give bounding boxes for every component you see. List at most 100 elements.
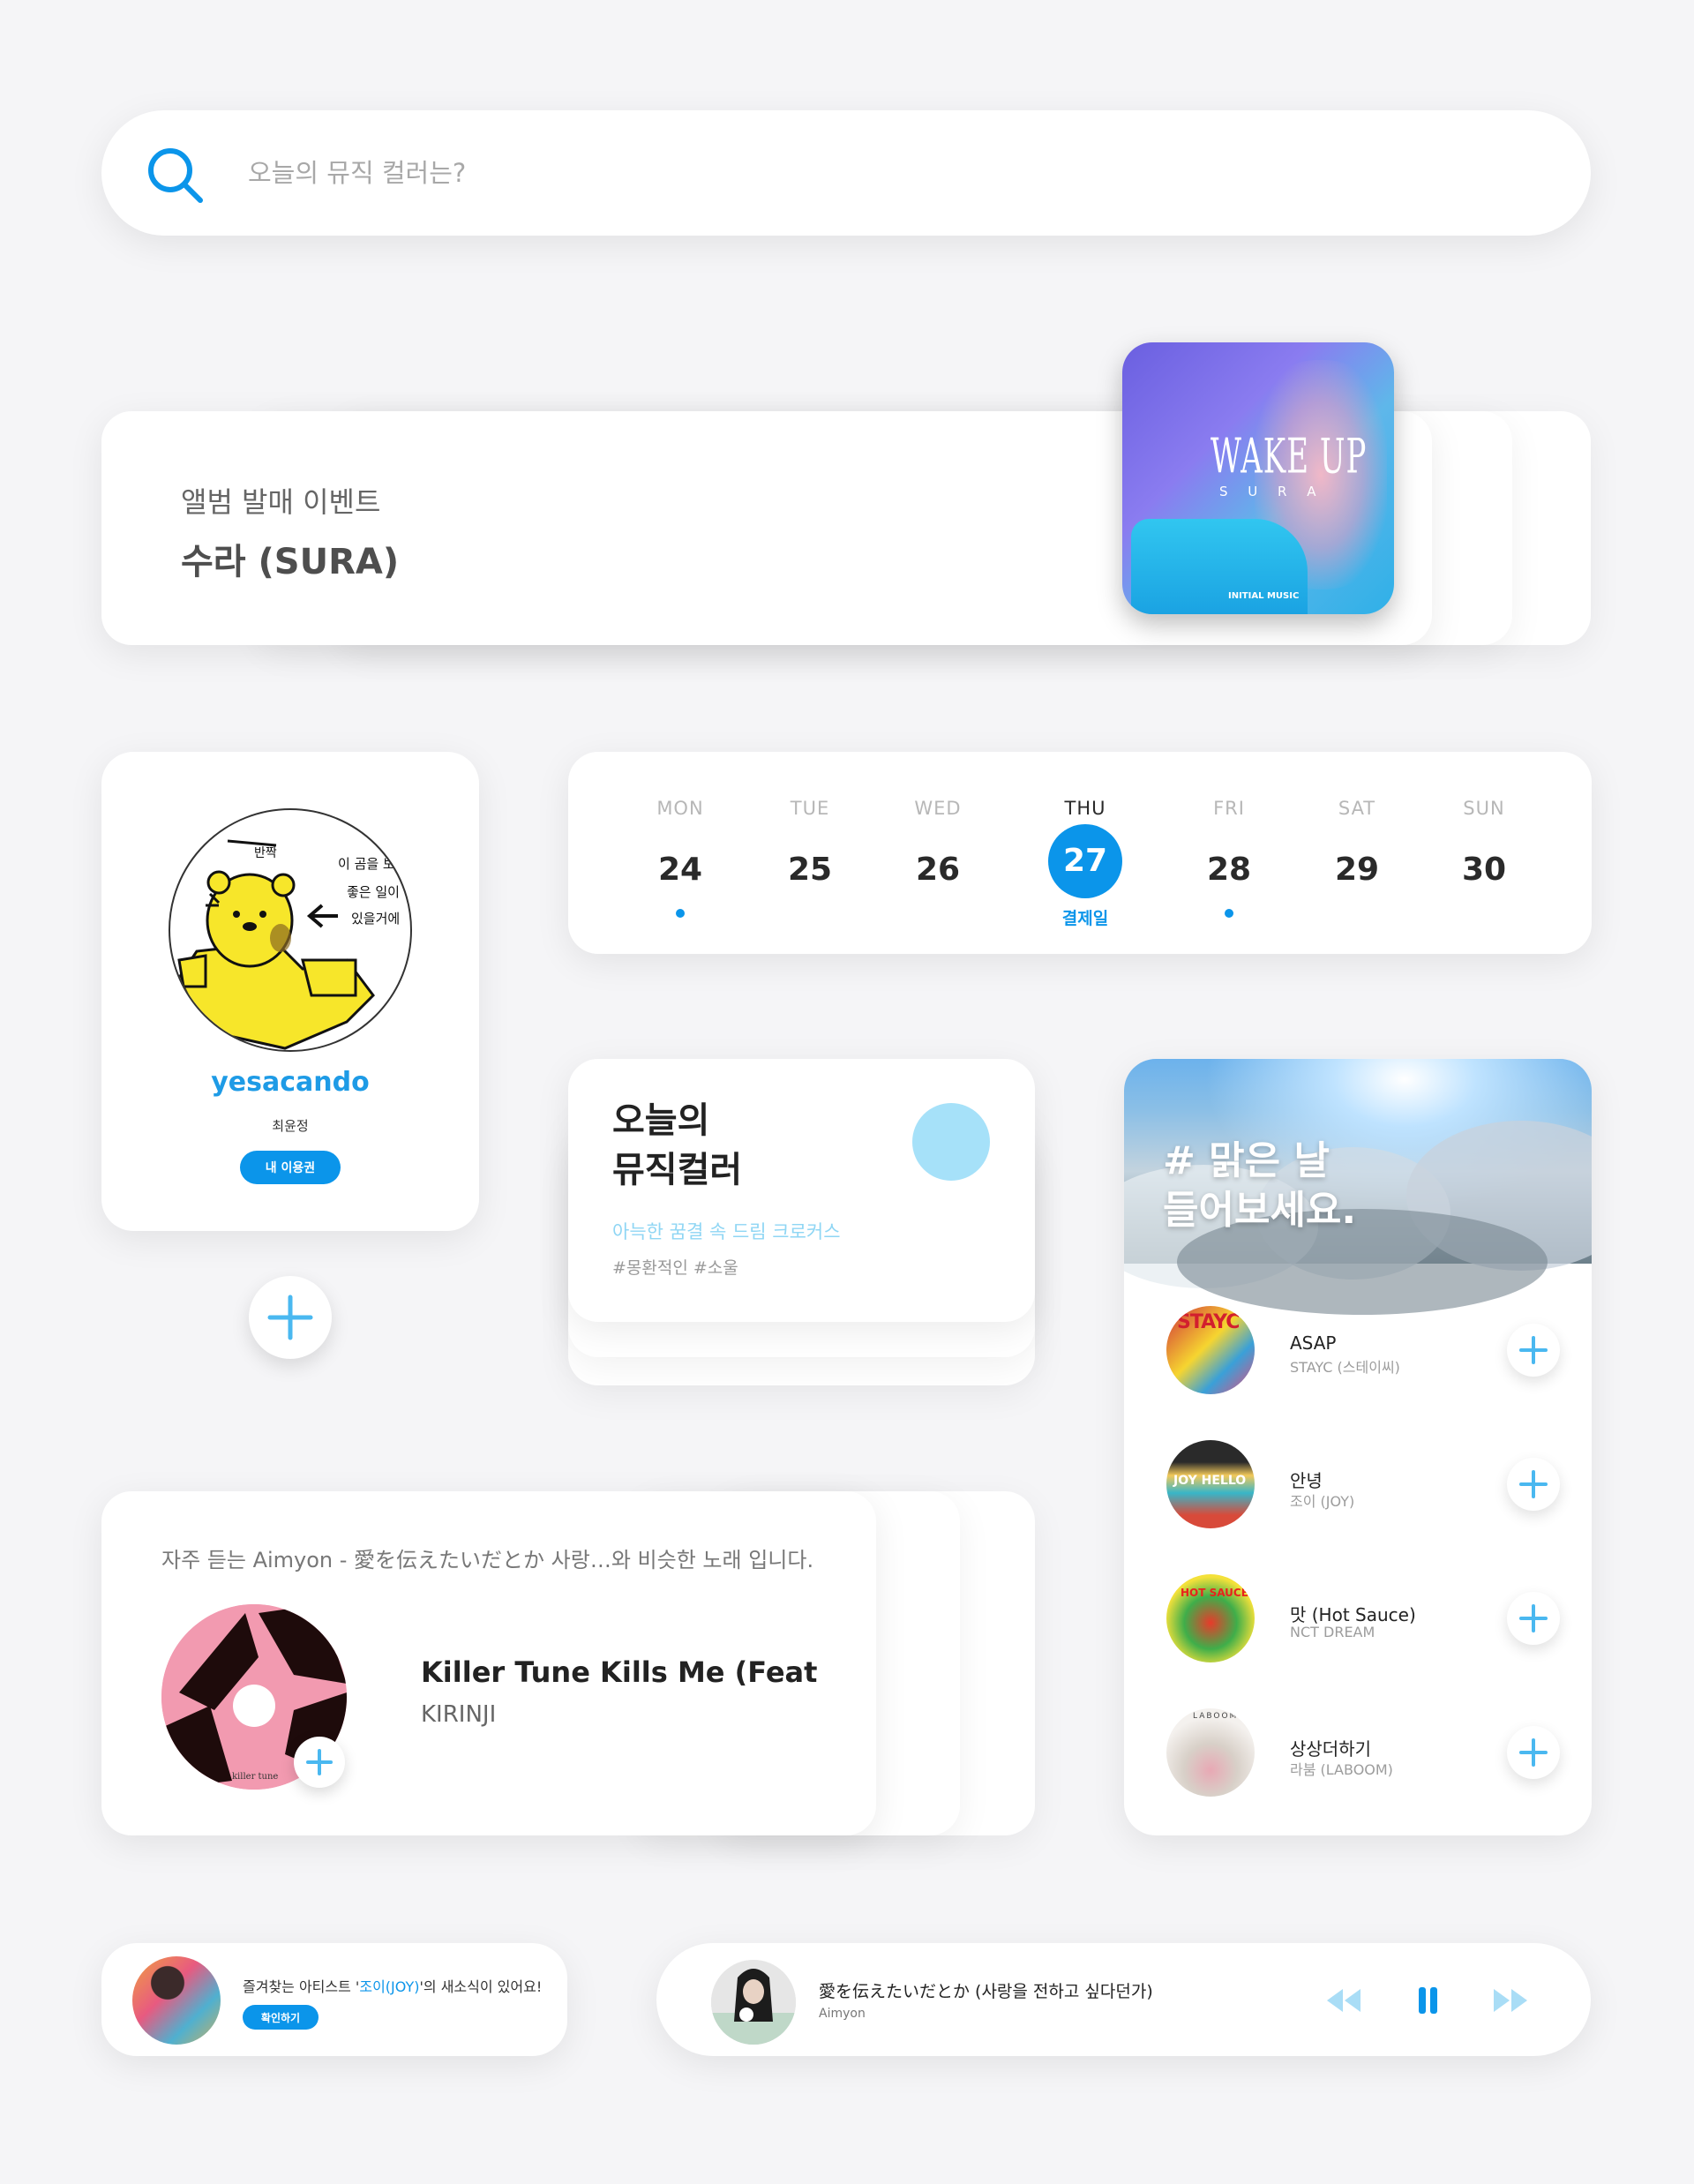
list-item[interactable]: STAYC ASAP STAYC (스테이씨) xyxy=(1166,1304,1563,1396)
bear-drawing xyxy=(177,839,375,1050)
day-thu-selected[interactable]: THU 27 결제일 xyxy=(1046,798,1125,929)
cover-title: WAKE UP xyxy=(1211,429,1368,485)
playlist-hero[interactable]: # 맑은 날 들어보세요. xyxy=(1124,1059,1592,1315)
plus-icon xyxy=(267,1295,313,1340)
track-cover: LABOOM xyxy=(1166,1708,1255,1797)
music-color-title-line2: 뮤직컬러 xyxy=(612,1150,743,1190)
search-input[interactable] xyxy=(248,146,1483,200)
similar-song-card[interactable]: 자주 듣는 Aimyon - 愛を伝えたいだとか 사랑…와 비슷한 노래 입니다… xyxy=(101,1491,876,1835)
artist-avatar xyxy=(132,1956,221,2045)
add-song-button[interactable] xyxy=(294,1737,345,1788)
search-icon[interactable] xyxy=(144,144,207,207)
day-of-week: TUE xyxy=(790,798,830,819)
album-cover[interactable]: WAKE UP S U R A INITIAL MUSIC xyxy=(1122,342,1394,614)
track-cover: STAYC xyxy=(1166,1306,1255,1394)
list-item[interactable]: JOY HELLO 안녕 조이 (JOY) xyxy=(1166,1438,1563,1530)
recommendation-intro: 자주 듣는 Aimyon - 愛を伝えたいだとか 사랑…와 비슷한 노래 입니다… xyxy=(161,1548,814,1572)
day-of-week: SUN xyxy=(1463,798,1505,819)
add-track-button[interactable] xyxy=(1507,1726,1560,1779)
track-name: ASAP xyxy=(1290,1332,1337,1354)
now-playing-artist: Aimyon xyxy=(819,2007,866,2021)
fast-forward-icon xyxy=(1494,1989,1527,2012)
add-button[interactable] xyxy=(249,1276,332,1359)
day-of-week: MON xyxy=(656,798,704,819)
day-number: 25 xyxy=(787,852,833,888)
track-name: 안녕 xyxy=(1290,1470,1323,1491)
pause-button[interactable] xyxy=(1404,1977,1451,2024)
add-track-button[interactable] xyxy=(1507,1324,1560,1377)
day-number: 24 xyxy=(657,852,703,888)
track-cover: HOT SAUCE xyxy=(1166,1574,1255,1662)
plus-icon xyxy=(1519,1336,1548,1364)
list-item[interactable]: LABOOM 상상더하기 라붐 (LABOOM) xyxy=(1166,1707,1563,1798)
cover-art xyxy=(711,1960,796,2045)
track-cover: JOY HELLO xyxy=(1166,1440,1255,1528)
music-color-title: 오늘의 뮤직컬러 xyxy=(612,1096,742,1195)
calendar-week: MON 24 TUE 25 WED 26 THU 27 결제일 FRI 28 S… xyxy=(568,752,1592,954)
confirm-button[interactable]: 확인하기 xyxy=(243,2005,319,2030)
day-of-week: WED xyxy=(914,798,962,819)
add-track-button[interactable] xyxy=(1507,1458,1560,1511)
cover-artist: S U R A xyxy=(1219,484,1324,499)
pause-icon xyxy=(1419,1987,1437,2014)
day-mon[interactable]: MON 24 xyxy=(641,798,720,918)
rewind-button[interactable] xyxy=(1320,1977,1368,2024)
now-playing-title: 愛を伝えたいだとか (사랑을 전하고 싶다던가) xyxy=(819,1982,1153,2001)
search-bar[interactable] xyxy=(101,110,1591,236)
track-artist: 라붐 (LABOOM) xyxy=(1290,1761,1393,1778)
cover-text: JOY HELLO xyxy=(1173,1474,1247,1488)
day-number: 28 xyxy=(1206,852,1252,888)
music-color-title-line1: 오늘의 xyxy=(612,1100,710,1141)
plus-icon xyxy=(1519,1738,1548,1767)
event-dot xyxy=(1225,909,1233,918)
track-name: 상상더하기 xyxy=(1290,1738,1371,1760)
profile-card: 반짝 이 곰을 보 좋은 일이 있을거에 yesacando 최윤정 내 이용권 xyxy=(101,752,479,1231)
plus-icon xyxy=(306,1749,333,1775)
plus-icon xyxy=(1519,1604,1548,1632)
mini-player: 愛を伝えたいだとか (사랑을 전하고 싶다던가) Aimyon xyxy=(656,1943,1591,2056)
day-sat[interactable]: SAT 29 xyxy=(1317,798,1397,907)
song-artist: KIRINJI xyxy=(421,1701,497,1728)
notification-message: 즐겨찾는 아티스트 '조이(JOY)'의 새소식이 있어요! xyxy=(243,1975,542,1996)
message-suffix: '의 새소식이 있어요! xyxy=(419,1978,543,1995)
music-color-tags: #몽환적인 #소울 xyxy=(612,1258,738,1278)
day-sun[interactable]: SUN 30 xyxy=(1444,798,1524,907)
event-title: 수라 (SURA) xyxy=(181,542,400,582)
avatar-text-4: 있을거에 xyxy=(351,911,401,927)
track-artist: 조이 (JOY) xyxy=(1290,1493,1355,1510)
artist-news-notification: 즐겨찾는 아티스트 '조이(JOY)'의 새소식이 있어요! 확인하기 xyxy=(101,1943,567,2056)
song-title: Killer Tune Kills Me (Feat.Y… xyxy=(421,1655,818,1689)
cover-text: LABOOM xyxy=(1193,1712,1239,1721)
day-number: 29 xyxy=(1334,852,1380,888)
playlist-heading-line1: # 맑은 날 xyxy=(1163,1138,1330,1183)
day-wed[interactable]: WED 26 xyxy=(898,798,978,907)
playlist-heading-line2: 들어보세요. xyxy=(1163,1188,1357,1233)
cover-text: STAYC xyxy=(1177,1311,1240,1333)
fast-forward-button[interactable] xyxy=(1487,1977,1534,2024)
day-of-week: SAT xyxy=(1338,798,1376,819)
real-name: 최윤정 xyxy=(272,1118,309,1134)
playlist-heading: # 맑은 날 들어보세요. xyxy=(1163,1137,1356,1235)
weather-playlist-card: # 맑은 날 들어보세요. STAYC ASAP STAYC (스테이씨) JO… xyxy=(1124,1059,1592,1835)
plus-icon xyxy=(1519,1470,1548,1498)
event-subtitle: 앨범 발매 이벤트 xyxy=(181,485,381,519)
track-name: 맛 (Hot Sauce) xyxy=(1290,1604,1416,1625)
day-fri[interactable]: FRI 28 xyxy=(1189,798,1269,918)
day-of-week: THU xyxy=(1064,798,1106,819)
now-playing-cover[interactable] xyxy=(711,1960,796,2045)
day-tue[interactable]: TUE 25 xyxy=(770,798,850,907)
day-number: 30 xyxy=(1461,852,1507,888)
track-artist: STAYC (스테이씨) xyxy=(1290,1359,1400,1376)
artist-name[interactable]: 조이(JOY) xyxy=(359,1978,419,1995)
day-of-week: FRI xyxy=(1213,798,1245,819)
event-dot xyxy=(676,909,685,918)
my-pass-button[interactable]: 내 이용권 xyxy=(240,1151,341,1184)
color-swatch xyxy=(912,1103,990,1181)
add-track-button[interactable] xyxy=(1507,1592,1560,1645)
list-item[interactable]: HOT SAUCE 맛 (Hot Sauce) NCT DREAM xyxy=(1166,1572,1563,1664)
avatar[interactable]: 반짝 이 곰을 보 좋은 일이 있을거에 xyxy=(169,808,412,1052)
cover-text: killer tune xyxy=(232,1772,279,1782)
music-color-card[interactable]: 오늘의 뮤직컬러 아늑한 꿈결 속 드림 크로커스 #몽환적인 #소울 xyxy=(568,1059,1035,1322)
day-number: 26 xyxy=(915,852,961,888)
cover-label: INITIAL MUSIC xyxy=(1228,591,1300,601)
